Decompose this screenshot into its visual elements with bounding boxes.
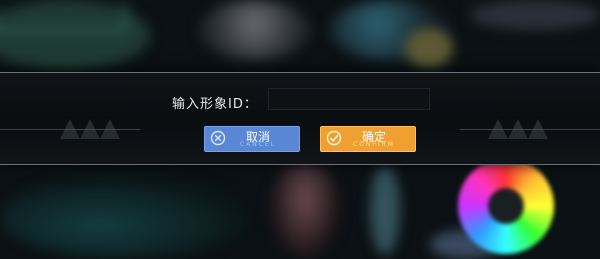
triangle-decoration-left (60, 119, 140, 139)
background-thumbnail (405, 28, 453, 68)
confirm-sublabel: CONFIRM (353, 141, 395, 148)
background-figure (270, 160, 340, 259)
cancel-sublabel: CANCEL (239, 141, 277, 148)
confirm-button[interactable]: 确定 CONFIRM (320, 126, 416, 152)
background-floor (0, 175, 250, 259)
background-panel (0, 0, 150, 70)
background-thumbnails (470, 0, 600, 30)
id-input-dialog (0, 72, 600, 165)
id-input-field[interactable] (268, 88, 430, 110)
id-input-label: 输入形象ID： (172, 97, 258, 112)
background-character (200, 0, 310, 60)
triangle-decoration-right (488, 119, 568, 139)
cancel-button[interactable]: 取消 CANCEL (204, 126, 300, 152)
color-wheel (458, 158, 554, 254)
background-slider (370, 165, 400, 255)
